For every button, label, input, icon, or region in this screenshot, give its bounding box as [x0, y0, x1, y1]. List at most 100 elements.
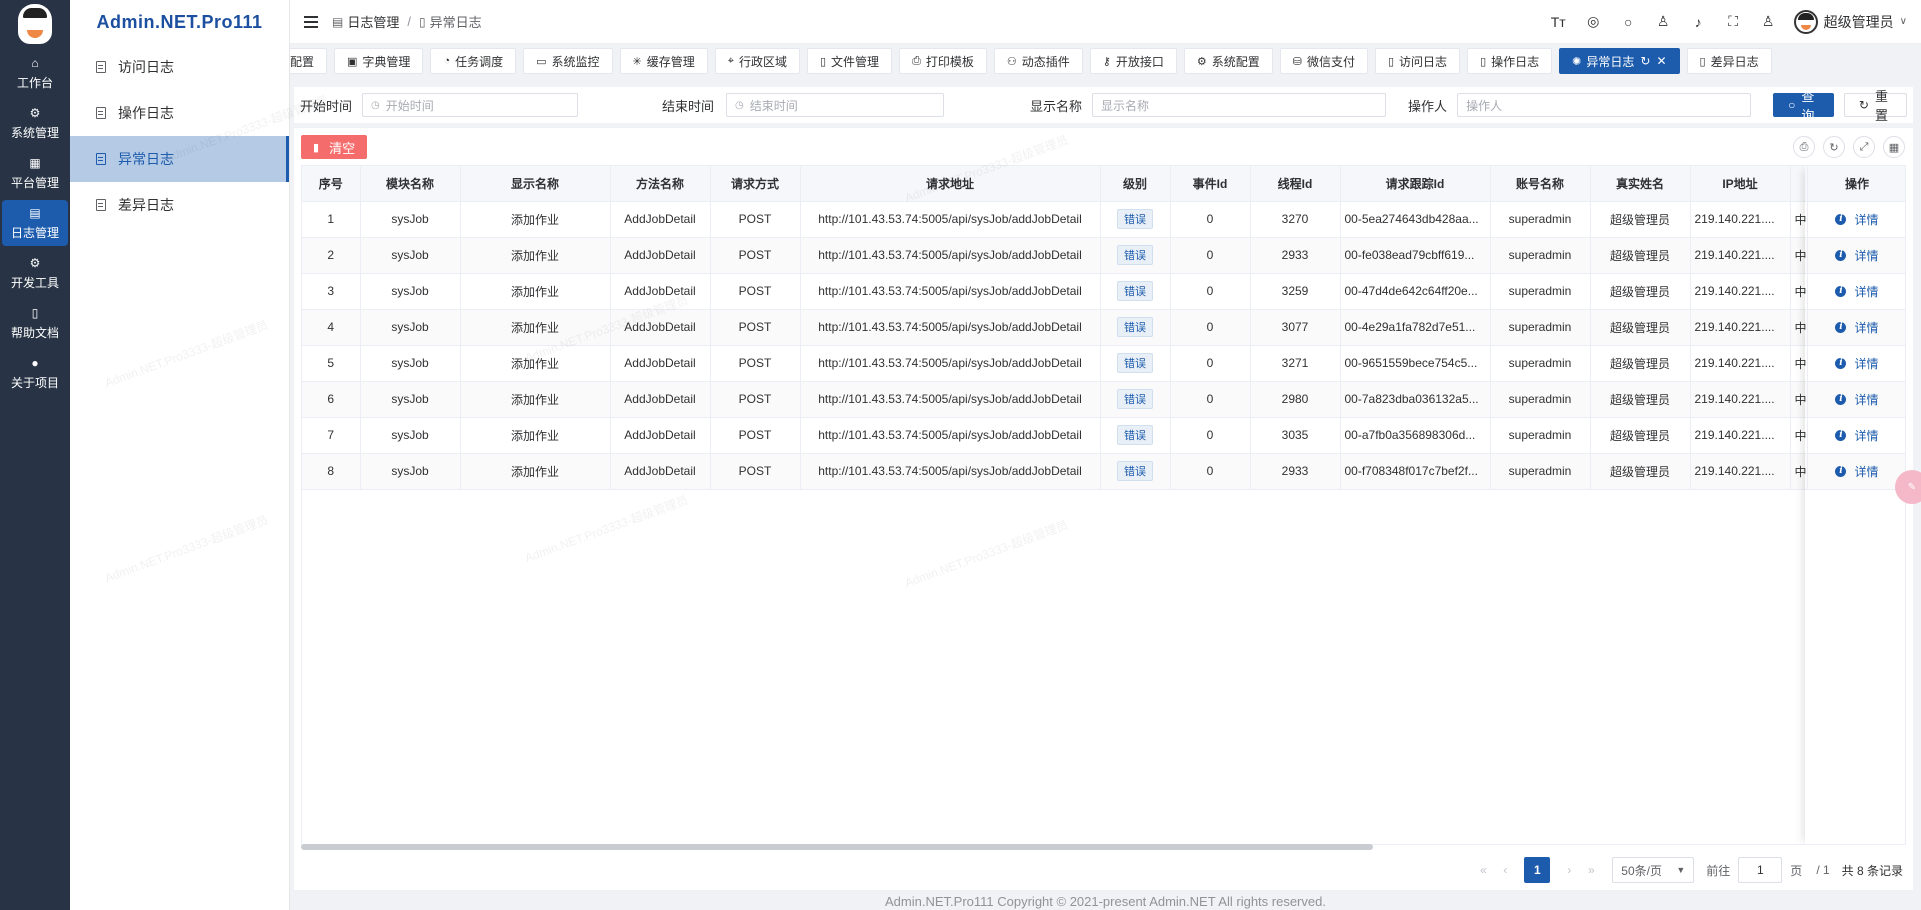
end-time-label: 结束时间 [662, 98, 715, 114]
tag-label: 操作日志 [1491, 54, 1540, 69]
tab-tag[interactable]: 配置 [290, 48, 328, 74]
sidebar-item[interactable]: 差异日志 [70, 182, 289, 228]
table-cell: http://101.43.53.74:5005/api/sysJob/addJ… [800, 381, 1101, 418]
sidebar-item[interactable]: 操作日志 [70, 90, 289, 136]
tag-label: 系统配置 [1211, 54, 1260, 69]
detail-link[interactable]: i 详情 [1835, 211, 1879, 228]
table-cell: 中 [1790, 201, 1808, 238]
breadcrumb-current: 异常日志 [429, 15, 482, 30]
table-row[interactable]: 1 sysJob 添加作业 AddJobDetail POST http://101.43… [302, 201, 1905, 238]
table-cell: 3270 [1250, 201, 1341, 238]
table-cell: i 详情 [1807, 345, 1905, 382]
column-header: 事件Id [1170, 166, 1251, 202]
search-icon[interactable]: ○ [1611, 14, 1646, 30]
query-label: 查询 [1801, 89, 1815, 123]
page-size-select[interactable]: 50条/页 ▼ [1612, 857, 1695, 883]
tab-tag[interactable]: ▭ 系统监控 [523, 48, 613, 74]
table-row[interactable]: 6 sysJob 添加作业 AddJobDetail POST http://101.43… [302, 381, 1905, 418]
reset-label: 重置 [1874, 89, 1888, 123]
goto-page-input[interactable]: 1 [1738, 857, 1783, 883]
prev-page-icon[interactable]: ‹ [1494, 863, 1516, 877]
table-cell: 添加作业 [460, 381, 611, 418]
refresh-icon[interactable]: ↻ [1823, 136, 1845, 158]
detail-link[interactable]: i 详情 [1835, 463, 1879, 480]
floating-assistant-icon[interactable]: ✎ [1895, 470, 1921, 504]
language-icon[interactable]: ◎ [1576, 13, 1611, 30]
user-icon[interactable]: ♙ [1751, 13, 1786, 30]
page-number[interactable]: 1 [1524, 857, 1551, 883]
table-row[interactable]: 4 sysJob 添加作业 AddJobDetail POST http://101.43… [302, 309, 1905, 346]
rail-item[interactable]: ⚙ 系统管理 [2, 100, 68, 146]
bell-icon[interactable]: ♪ [1681, 14, 1716, 30]
table-cell: 219.140.221.... [1690, 345, 1791, 382]
table-cell: 中 [1790, 309, 1808, 346]
table-cell: 0 [1170, 345, 1251, 382]
detail-link[interactable]: i 详情 [1835, 391, 1879, 408]
tab-tag[interactable]: ⚇ 动态插件 [993, 48, 1083, 74]
last-page-icon[interactable]: » [1580, 863, 1602, 877]
close-icon[interactable]: ✕ [1656, 54, 1666, 68]
tab-tag[interactable]: ⛁ 微信支付 [1279, 48, 1368, 74]
rail-item[interactable]: ● 关于项目 [2, 350, 68, 396]
query-button[interactable]: ○ 查询 [1773, 89, 1834, 123]
first-page-icon[interactable]: « [1472, 863, 1494, 877]
detail-link[interactable]: i 详情 [1835, 319, 1879, 336]
skin-icon[interactable]: ♙ [1646, 13, 1681, 30]
tab-tag[interactable]: ⚷ 开放接口 [1089, 48, 1177, 74]
tab-tag[interactable]: ⌖ 行政区域 [714, 48, 800, 74]
rail-item[interactable]: ⌂ 工作台 [2, 50, 68, 96]
tab-tag[interactable]: ⚙ 系统配置 [1183, 48, 1273, 74]
rail-item[interactable]: ⚙ 开发工具 [2, 250, 68, 296]
footer-copyright: Admin.NET.Pro111 Copyright © 2021-presen… [885, 894, 1326, 909]
display-name-input[interactable]: 显示名称 [1092, 93, 1387, 117]
horizontal-scrollbar[interactable] [301, 844, 1373, 850]
tab-tag[interactable]: ⎙ 打印模板 [899, 48, 987, 74]
menu-toggle-icon[interactable] [304, 15, 318, 28]
tag-label: 配置 [290, 54, 315, 69]
font-size-icon[interactable]: Tт [1541, 14, 1576, 30]
tab-tag[interactable]: ▯ 操作日志 [1467, 48, 1553, 74]
grid-icon: ▦ [29, 155, 41, 170]
tab-tag[interactable]: ✺ 异常日志 ↻ ✕ [1559, 48, 1680, 74]
tag-label: 打印模板 [925, 54, 974, 69]
sidebar-item[interactable]: 异常日志 [70, 136, 289, 182]
tab-tag[interactable]: ✳ 缓存管理 [619, 48, 708, 74]
table-row[interactable]: 2 sysJob 添加作业 AddJobDetail POST http://101.43… [302, 237, 1905, 274]
column-settings-icon[interactable]: ▦ [1883, 136, 1905, 158]
table-cell: 错误 [1100, 453, 1171, 490]
operator-input[interactable]: 操作人 [1457, 93, 1752, 117]
table-cell: i 详情 [1807, 453, 1905, 490]
rail-item[interactable]: ▦ 平台管理 [2, 150, 68, 196]
table-row[interactable]: 3 sysJob 添加作业 AddJobDetail POST http://101.43… [302, 273, 1905, 310]
rail-item[interactable]: ▯ 帮助文档 [2, 300, 68, 346]
start-time-input[interactable]: ◷ 开始时间 [362, 93, 579, 117]
tab-tag[interactable]: ▯ 访问日志 [1374, 48, 1461, 74]
rail-item[interactable]: ▤ 日志管理 [2, 200, 68, 246]
table-row[interactable]: 5 sysJob 添加作业 AddJobDetail POST http://101.43… [302, 345, 1905, 382]
end-time-input[interactable]: ◷ 结束时间 [726, 93, 945, 117]
reset-button[interactable]: ↻ 重置 [1843, 89, 1907, 123]
tab-tag[interactable]: ▯ 文件管理 [806, 48, 893, 74]
sidebar-item[interactable]: 访问日志 [70, 44, 289, 90]
table-row[interactable]: 7 sysJob 添加作业 AddJobDetail POST http://101.43… [302, 417, 1905, 454]
fullscreen-icon[interactable]: ⛶ [1716, 13, 1751, 30]
detail-link[interactable]: i 详情 [1835, 355, 1879, 372]
refresh-icon[interactable]: ↻ [1640, 54, 1650, 68]
print-icon[interactable]: ⎙ [1793, 136, 1815, 158]
detail-link[interactable]: i 详情 [1835, 427, 1879, 444]
start-time-field: 开始时间 ◷ 开始时间 [300, 93, 579, 117]
breadcrumb-parent[interactable]: 日志管理 [347, 12, 399, 31]
info-icon: i [1835, 465, 1847, 477]
detail-link[interactable]: i 详情 [1835, 283, 1879, 300]
tab-tag[interactable]: ▣ 字典管理 [334, 48, 424, 74]
next-page-icon[interactable]: › [1558, 863, 1580, 877]
detail-link[interactable]: i 详情 [1835, 247, 1879, 264]
table-row[interactable]: 8 sysJob 添加作业 AddJobDetail POST http://101.43… [302, 453, 1905, 490]
fullscreen-icon[interactable]: ⤢ [1853, 136, 1875, 158]
user-menu[interactable]: 超级管理员 ∨ [1793, 9, 1907, 34]
clear-button[interactable]: ▮ 清空 [301, 135, 368, 159]
document-icon: ▯ [418, 14, 426, 29]
table-cell: 0 [1170, 237, 1251, 274]
tab-tag[interactable]: ◔ 任务调度 [430, 48, 517, 74]
tab-tag[interactable]: ▯ 差异日志 [1686, 48, 1772, 74]
